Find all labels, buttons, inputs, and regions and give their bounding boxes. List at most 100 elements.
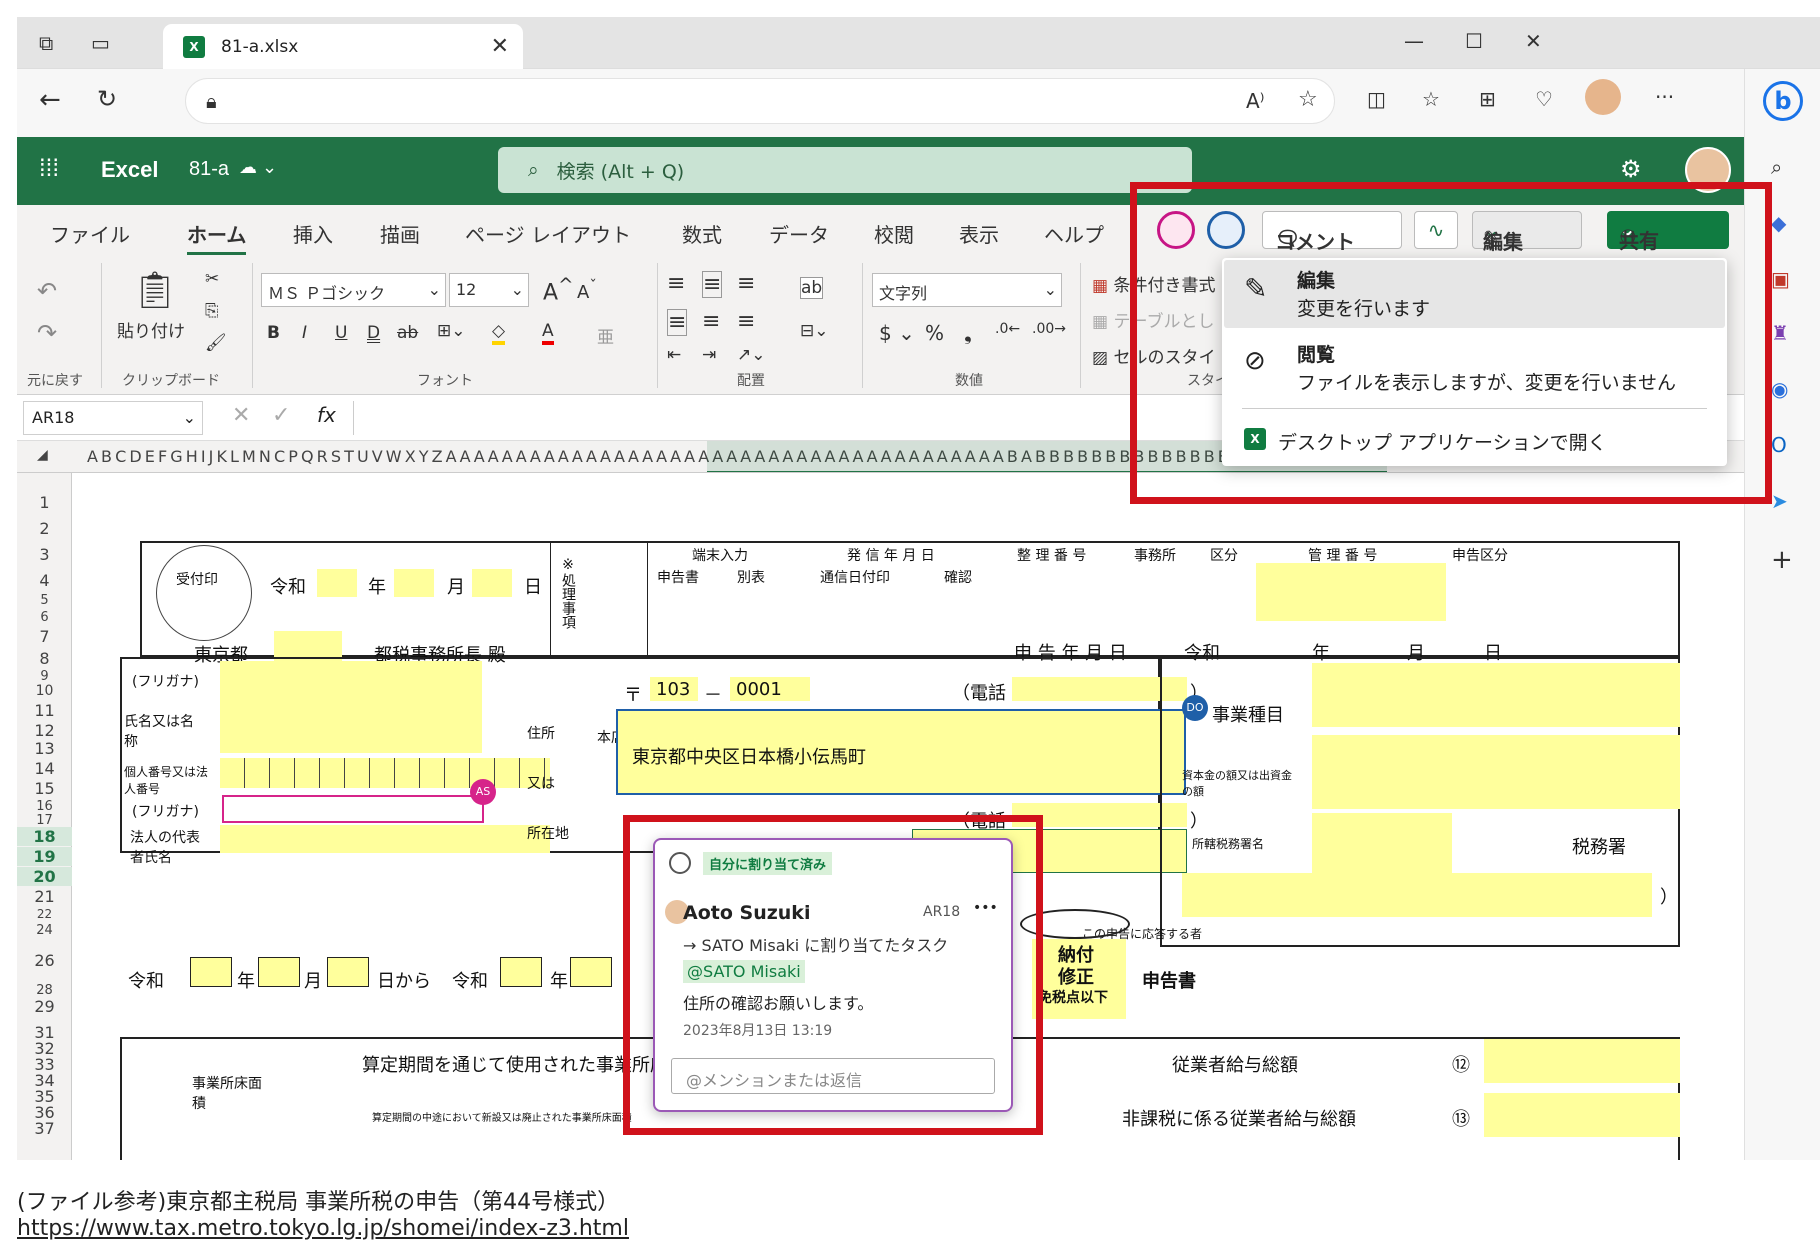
year-input[interactable] bbox=[317, 569, 357, 597]
row-header[interactable]: 18 bbox=[17, 827, 72, 846]
align-top-icon[interactable]: ≡ bbox=[667, 271, 685, 296]
row-header[interactable]: 17 bbox=[17, 813, 72, 828]
strikethrough-icon[interactable]: ab bbox=[397, 323, 418, 343]
tab-file[interactable]: ファイル bbox=[50, 219, 130, 248]
row-header[interactable]: 13 bbox=[17, 739, 72, 758]
row-header[interactable]: 21 bbox=[17, 887, 72, 906]
nontaxable-input[interactable] bbox=[1484, 1093, 1680, 1137]
row-header[interactable]: 9 bbox=[17, 669, 72, 684]
row-header[interactable]: 24 bbox=[17, 923, 72, 938]
fill-color-icon[interactable]: ◇ bbox=[492, 321, 506, 345]
row-header[interactable]: 4 bbox=[17, 571, 72, 590]
increase-decimal-icon[interactable]: .0← bbox=[995, 321, 1020, 337]
send-icon[interactable]: ➤ bbox=[1771, 489, 1788, 513]
tab-view[interactable]: 表示 bbox=[959, 219, 999, 248]
function-icon[interactable]: fx bbox=[317, 403, 336, 427]
open-desktop-option[interactable]: X デスクトップ アプリケーションで開く bbox=[1224, 418, 1725, 462]
percent-icon[interactable]: % bbox=[925, 321, 944, 345]
shopping-icon[interactable]: ◆ bbox=[1771, 211, 1786, 235]
row-header[interactable]: 1 bbox=[17, 493, 72, 512]
double-underline-icon[interactable]: D bbox=[367, 323, 380, 343]
align-left-icon[interactable]: ≡ bbox=[667, 309, 688, 336]
app-launcher-icon[interactable]: ⁞⁞⁞ bbox=[39, 155, 59, 183]
align-bottom-icon[interactable]: ≡ bbox=[737, 271, 755, 296]
read-aloud-icon[interactable]: A⁾ bbox=[1246, 89, 1265, 113]
align-right-icon[interactable]: ≡ bbox=[737, 309, 755, 334]
representative-name-input[interactable] bbox=[220, 825, 550, 853]
cancel-icon[interactable]: ✕ bbox=[232, 403, 250, 428]
indent-increase-icon[interactable]: ⇥ bbox=[702, 345, 716, 365]
name-input[interactable] bbox=[220, 661, 482, 753]
workspaces-icon[interactable]: ⧉ bbox=[39, 31, 53, 55]
day-input[interactable] bbox=[472, 569, 512, 597]
align-middle-icon[interactable]: ≡ bbox=[702, 271, 723, 298]
copy-icon[interactable]: ⎘ bbox=[205, 301, 219, 321]
reply-input[interactable]: @メンションまたは返信 bbox=[671, 1058, 995, 1094]
collections-icon[interactable]: ⊞ bbox=[1479, 87, 1496, 111]
borders-icon[interactable]: ⊞⌄ bbox=[437, 321, 466, 341]
browser-essentials-icon[interactable]: ♡ bbox=[1535, 87, 1553, 111]
cut-icon[interactable]: ✂ bbox=[205, 269, 219, 289]
merge-icon[interactable]: ⊟⌄ bbox=[800, 321, 829, 341]
row-header[interactable]: 11 bbox=[17, 701, 72, 720]
saved-status-icon[interactable]: ☁ ⌄ bbox=[239, 157, 277, 178]
wrap-text-icon[interactable]: ab bbox=[800, 277, 824, 299]
number-format-select[interactable]: 文字列 ⌄ bbox=[872, 273, 1062, 307]
tab-draw[interactable]: 描画 bbox=[380, 219, 420, 248]
corporate-number-input[interactable] bbox=[220, 758, 550, 788]
capital-input[interactable] bbox=[1312, 735, 1680, 809]
tab-actions-icon[interactable]: ▭ bbox=[91, 31, 110, 55]
tab-review[interactable]: 校閲 bbox=[874, 219, 914, 248]
edit-option[interactable]: ✎ 編集 変更を行います bbox=[1224, 260, 1725, 328]
row-header[interactable]: 5 bbox=[17, 593, 72, 608]
currency-icon[interactable]: $ ⌄ bbox=[879, 321, 915, 345]
italic-icon[interactable]: I bbox=[302, 323, 307, 343]
row-header[interactable]: 14 bbox=[17, 759, 72, 778]
decrease-decimal-icon[interactable]: .00→ bbox=[1032, 321, 1066, 337]
align-center-icon[interactable]: ≡ bbox=[702, 309, 720, 334]
file-name[interactable]: 81-a bbox=[189, 158, 229, 181]
row-header[interactable]: 15 bbox=[17, 779, 72, 798]
period-day-input[interactable] bbox=[327, 957, 369, 987]
row-header[interactable]: 8 bbox=[17, 649, 72, 668]
underline-icon[interactable]: U bbox=[335, 323, 347, 343]
office-icon[interactable]: ◉ bbox=[1771, 377, 1788, 401]
postal-code-1[interactable]: 103 bbox=[650, 677, 698, 701]
period2-month-input[interactable] bbox=[570, 957, 612, 987]
format-painter-icon[interactable]: 🖌︎ bbox=[205, 333, 227, 353]
bing-icon[interactable]: b bbox=[1763, 81, 1803, 121]
search-icon[interactable]: ⌕ bbox=[1771, 155, 1782, 179]
salary-input[interactable] bbox=[1484, 1039, 1680, 1083]
font-size-select[interactable]: 12 ⌄ bbox=[449, 273, 529, 307]
bold-icon[interactable]: B bbox=[267, 323, 280, 343]
close-window-button[interactable]: ✕ bbox=[1525, 29, 1542, 53]
split-screen-icon[interactable]: ◫ bbox=[1367, 87, 1386, 111]
tab-insert[interactable]: 挿入 bbox=[293, 219, 333, 248]
paste-icon[interactable]: 📋︎ bbox=[132, 269, 178, 311]
contact-input[interactable] bbox=[1182, 873, 1652, 917]
representative-furigana-input[interactable] bbox=[222, 795, 484, 823]
settings-gear-icon[interactable]: ⚙ bbox=[1620, 155, 1642, 184]
address-bar[interactable]: 🔒︎ A⁾ ☆ bbox=[185, 78, 1335, 124]
browser-tab[interactable]: X 81-a.xlsx ✕ bbox=[163, 24, 523, 69]
outlook-icon[interactable]: O bbox=[1771, 433, 1787, 457]
more-menu-icon[interactable]: ··· bbox=[1655, 85, 1674, 109]
undo-icon[interactable]: ↶ bbox=[37, 277, 57, 305]
row-header[interactable]: 26 bbox=[17, 951, 72, 970]
favorite-star-icon[interactable]: ☆ bbox=[1298, 87, 1318, 112]
row-header[interactable]: 28 bbox=[17, 983, 72, 998]
favorites-icon[interactable]: ☆ bbox=[1422, 87, 1440, 111]
postal-code-2[interactable]: 0001 bbox=[730, 677, 810, 701]
minimize-button[interactable]: — bbox=[1404, 29, 1424, 53]
back-icon[interactable]: ← bbox=[39, 85, 61, 115]
font-name-select[interactable]: ＭＳ Ｐゴシック ⌄ bbox=[261, 273, 446, 307]
row-header[interactable]: 2 bbox=[17, 519, 72, 538]
grow-font-icon[interactable]: A^ bbox=[543, 275, 573, 305]
comma-icon[interactable]: ❟ bbox=[964, 321, 972, 345]
font-color-icon[interactable]: A bbox=[542, 321, 554, 345]
maximize-button[interactable]: ☐ bbox=[1465, 29, 1483, 53]
row-header[interactable]: 29 bbox=[17, 997, 72, 1016]
tab-data[interactable]: データ bbox=[769, 219, 829, 248]
indent-decrease-icon[interactable]: ⇤ bbox=[667, 345, 681, 365]
shrink-font-icon[interactable]: Aˇ bbox=[577, 277, 597, 303]
